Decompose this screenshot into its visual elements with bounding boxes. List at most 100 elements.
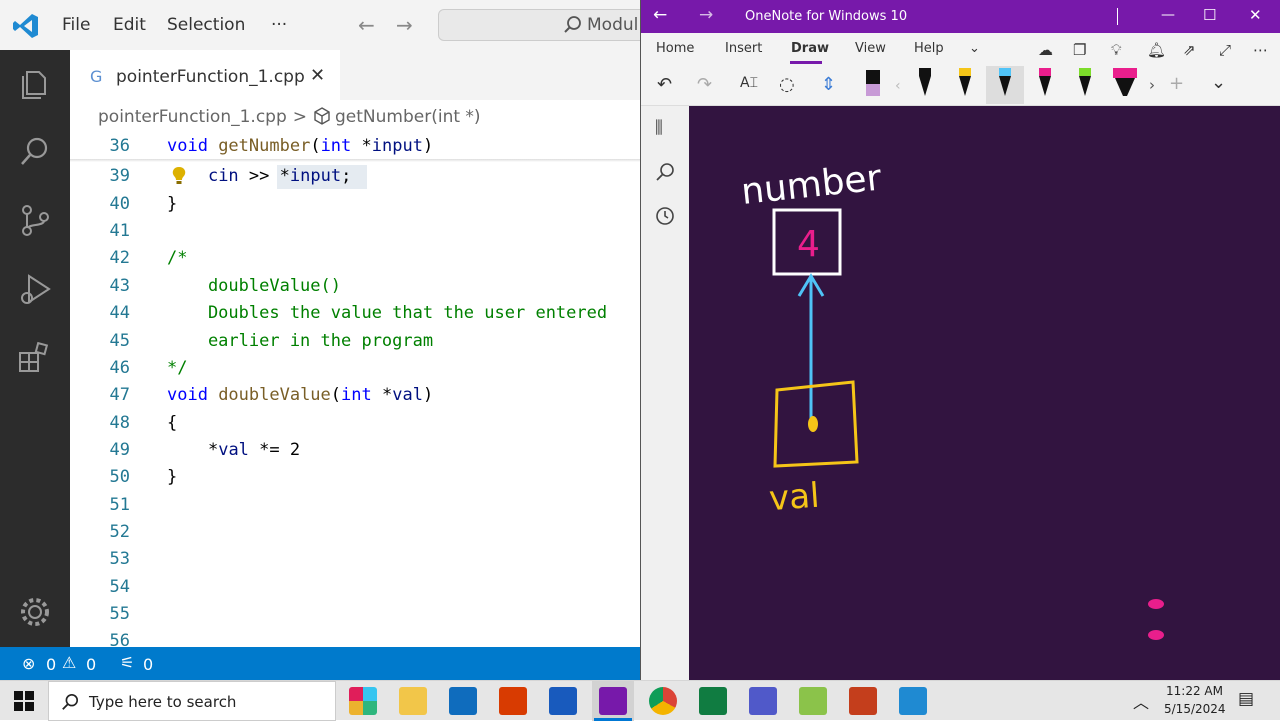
forward-arrow-icon[interactable]: → — [396, 13, 413, 37]
code-line[interactable]: 47 void doubleValue(int *val) — [70, 381, 640, 408]
tab-home[interactable]: Home — [656, 41, 694, 56]
chevron-down-icon[interactable]: ⌄ — [1211, 72, 1226, 93]
clock-date[interactable]: 5/15/2024 — [1164, 702, 1226, 716]
add-space-icon[interactable]: ⇕ — [821, 74, 836, 95]
onenote-icon[interactable] — [599, 687, 627, 715]
yellow-pen-icon[interactable] — [955, 68, 975, 100]
windows-start-icon[interactable] — [14, 691, 34, 711]
menu-selection[interactable]: Selection — [167, 15, 245, 35]
warning-icon[interactable]: ⚠ — [62, 653, 76, 672]
app-icon[interactable] — [499, 687, 527, 715]
powerpoint-icon[interactable] — [849, 687, 877, 715]
run-debug-icon[interactable] — [17, 272, 53, 308]
lasso-text-icon[interactable]: A⌶ — [740, 75, 758, 91]
chevron-up-icon[interactable]: ︿ — [1133, 689, 1149, 713]
code-line[interactable]: 36 void getNumber(int *input) — [70, 132, 640, 159]
line-number: 50 — [109, 467, 130, 487]
clock-time[interactable]: 11:22 AM — [1166, 684, 1223, 698]
notification-center-icon[interactable]: ▤ — [1238, 689, 1254, 709]
redo-icon[interactable]: ↷ — [697, 74, 712, 95]
error-icon[interactable]: ⊗ — [22, 654, 35, 673]
file-explorer-icon[interactable] — [399, 687, 427, 715]
outlook-icon[interactable] — [449, 687, 477, 715]
code-line[interactable]: 39 cin >> *input; — [70, 162, 640, 189]
menu-file[interactable]: File — [62, 15, 90, 35]
pink-pen-icon[interactable] — [1035, 68, 1055, 100]
pink-highlighter-icon[interactable] — [1111, 68, 1139, 100]
add-pen-icon[interactable]: + — [1169, 73, 1184, 94]
code-line[interactable]: 51 — [70, 491, 640, 518]
code-line[interactable]: 40} — [70, 190, 640, 217]
explorer-icon[interactable] — [17, 66, 53, 102]
code-line[interactable]: 55 — [70, 600, 640, 627]
lasso-select-icon[interactable]: ◌ — [779, 74, 795, 95]
green-pen-icon[interactable] — [1075, 68, 1095, 100]
slack-icon[interactable] — [349, 687, 377, 715]
expand-icon[interactable]: ⤢ — [1219, 41, 1231, 59]
code-line[interactable]: 56 — [70, 627, 640, 647]
search-icon[interactable] — [17, 134, 53, 170]
code-line[interactable]: 49 *val *= 2 — [70, 436, 640, 463]
code-line[interactable]: 53 — [70, 545, 640, 572]
undo-icon[interactable]: ↶ — [657, 74, 672, 95]
onenote-window: ← → OneNote for Windows 10 — ☐ ✕ Home In… — [640, 0, 1280, 680]
code-line[interactable]: 52 — [70, 518, 640, 545]
tab-insert[interactable]: Insert — [725, 41, 762, 56]
recent-clock-icon[interactable] — [655, 206, 675, 226]
vscode-titlebar: File Edit Selection ··· ← → Modul — [0, 0, 648, 50]
sync-icon[interactable]: ☁ — [1038, 41, 1053, 59]
close-icon[interactable]: ✕ — [310, 65, 325, 86]
teams-icon[interactable] — [749, 687, 777, 715]
minimize-icon[interactable]: — — [1161, 7, 1175, 23]
search-icon[interactable] — [655, 162, 675, 182]
scroll-right-icon[interactable]: › — [1149, 76, 1155, 94]
blue-pen-icon[interactable] — [995, 68, 1015, 100]
code-line[interactable]: 42 /* — [70, 244, 640, 271]
black-pen-icon[interactable] — [915, 68, 935, 100]
code-line[interactable]: 41 — [70, 217, 640, 244]
tab-pointerfunction[interactable]: G pointerFunction_1.cpp ✕ — [70, 50, 340, 100]
tab-help[interactable]: Help — [914, 41, 944, 56]
word-icon[interactable] — [549, 687, 577, 715]
pages-icon[interactable]: ❐ — [1073, 41, 1086, 59]
command-center[interactable]: Modul — [438, 9, 648, 41]
code-line[interactable]: 46 */ — [70, 354, 640, 381]
code-editor[interactable]: 36 void getNumber(int *input) 39 cin >> *i… — [70, 132, 640, 647]
black-pen-highlighter-icon[interactable] — [863, 68, 883, 100]
more-icon[interactable]: ⋯ — [1253, 41, 1268, 59]
chevron-down-icon[interactable]: ⌄ — [969, 41, 980, 56]
breadcrumb-file[interactable]: pointerFunction_1.cpp — [98, 107, 287, 127]
source-control-icon[interactable] — [17, 202, 53, 238]
forward-arrow-icon[interactable]: → — [699, 5, 713, 25]
vscode-icon[interactable] — [899, 687, 927, 715]
extensions-icon[interactable] — [17, 340, 53, 376]
code-line[interactable]: 54 — [70, 573, 640, 600]
menu-edit[interactable]: Edit — [113, 15, 146, 35]
code-line[interactable]: 43 doubleValue() — [70, 272, 640, 299]
tab-view[interactable]: View — [855, 41, 886, 56]
code-line[interactable]: 45 earlier in the program — [70, 327, 640, 354]
taskbar-search[interactable]: Type here to search — [48, 681, 336, 721]
close-icon[interactable]: ✕ — [1249, 6, 1262, 24]
maximize-icon[interactable]: ☐ — [1203, 6, 1216, 24]
code-line[interactable]: 44 Doubles the value that the user enter… — [70, 299, 640, 326]
back-arrow-icon[interactable]: ← — [653, 5, 667, 25]
settings-gear-icon[interactable] — [17, 594, 53, 630]
notebooks-icon[interactable]: ⫼ — [655, 118, 663, 138]
scroll-left-icon[interactable]: ‹ — [895, 78, 901, 94]
code-line[interactable]: 48 { — [70, 409, 640, 436]
lightbulb-icon[interactable] — [170, 166, 188, 186]
note-canvas[interactable]: number 4 val — [689, 106, 1280, 680]
menu-more[interactable]: ··· — [271, 15, 287, 35]
tab-draw[interactable]: Draw — [791, 41, 829, 56]
share-icon[interactable]: ⇗ — [1183, 41, 1196, 59]
notification-bell-icon[interactable]: 🔔︎ — [1147, 41, 1166, 59]
excel-icon[interactable] — [699, 687, 727, 715]
back-arrow-icon[interactable]: ← — [358, 13, 375, 37]
chrome-icon[interactable] — [649, 687, 677, 715]
breadcrumb-symbol[interactable]: getNumber(int *) — [335, 107, 481, 127]
lightbulb-icon[interactable]: 💡︎ — [1111, 41, 1122, 59]
notepad-icon[interactable] — [799, 687, 827, 715]
ports-icon[interactable]: ⚟ — [120, 653, 134, 672]
code-line[interactable]: 50} — [70, 463, 640, 490]
